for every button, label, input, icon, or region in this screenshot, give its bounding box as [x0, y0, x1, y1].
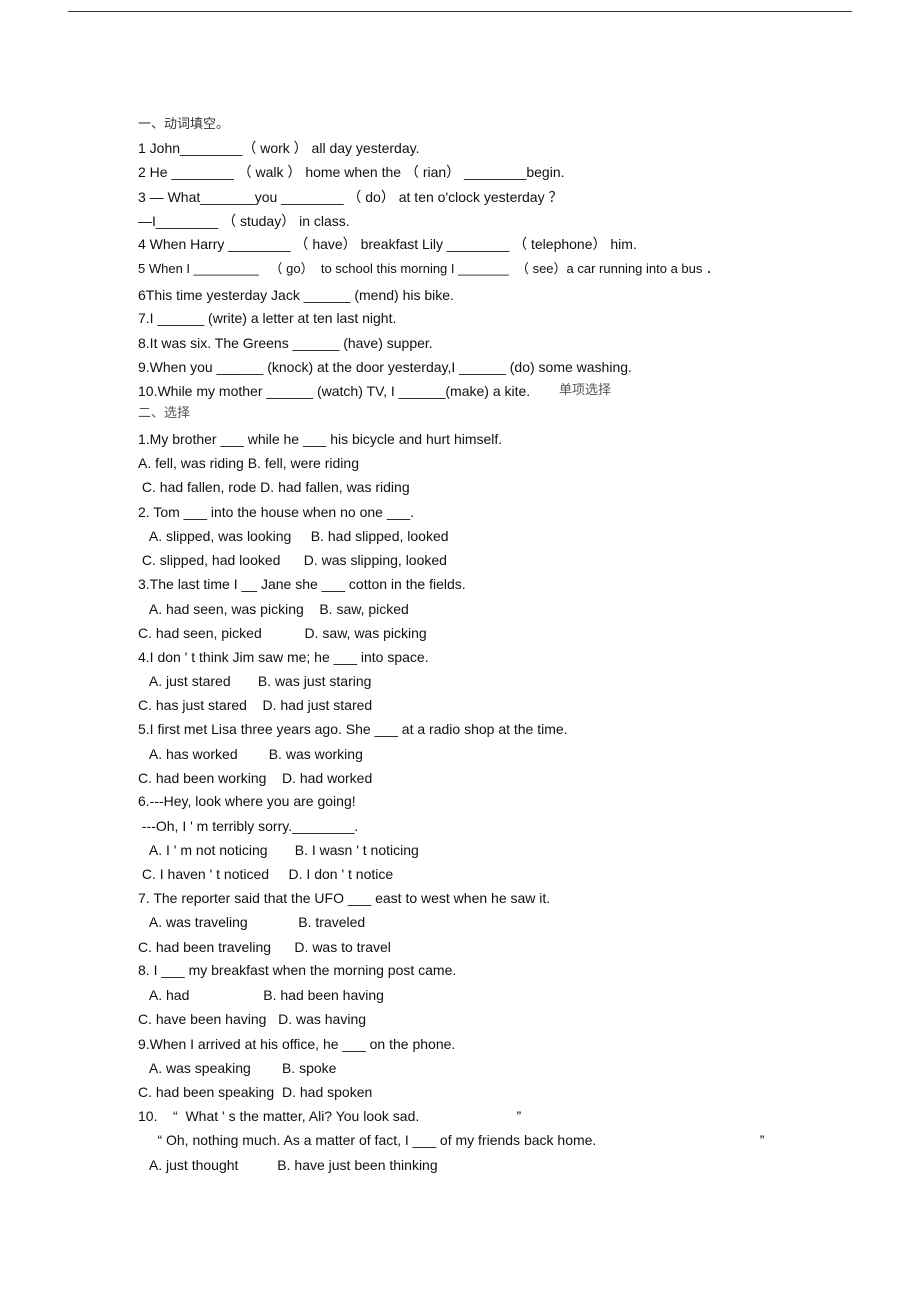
fill-in-item: 9.When you ______ (knock) at the door ye…	[138, 359, 632, 375]
fill-in-item: 4 When Harry ________ （ have） breakfast …	[138, 236, 637, 252]
answer-options: C. had seen, picked D. saw, was picking	[138, 625, 427, 641]
fill-in-item: 8.It was six. The Greens ______ (have) s…	[138, 335, 433, 351]
answer-options: C. has just stared D. had just stared	[138, 697, 373, 713]
section1-title: 一、动词填空。	[138, 117, 230, 132]
answer-options: C. had been working D. had worked	[138, 770, 373, 786]
fill-in-item: 7.I ______ (write) a letter at ten last …	[138, 310, 397, 326]
answer-options: A. just stared B. was just staring	[138, 673, 372, 689]
question-stem: 3.The last time I __ Jane she ___ cotton…	[138, 576, 466, 592]
answer-options: A. was traveling B. traveled	[138, 914, 366, 930]
question-stem: 10. “ What ' s the matter, Ali? You look…	[138, 1108, 522, 1124]
answer-options: “ Oh, nothing much. As a matter of fact,…	[138, 1132, 765, 1148]
answer-options: A. fell, was riding B. fell, were riding	[138, 455, 359, 471]
answer-options: C. had fallen, rode D. had fallen, was r…	[138, 479, 410, 495]
answer-options: C. slipped, had looked D. was slipping, …	[138, 552, 447, 568]
fill-in-item: 5 When I _________ （ go） to school this …	[138, 261, 720, 276]
answer-options: A. slipped, was looking B. had slipped, …	[138, 528, 449, 544]
question-stem: 4.I don ' t think Jim saw me; he ___ int…	[138, 649, 429, 665]
answer-options: A. has worked B. was working	[138, 746, 363, 762]
answer-options: C. I haven ' t noticed D. I don ' t noti…	[138, 866, 394, 882]
section2-title: 二、选择	[138, 406, 191, 421]
answer-options: A. had seen, was picking B. saw, picked	[138, 601, 409, 617]
answer-options: C. had been speaking D. had spoken	[138, 1084, 373, 1100]
answer-options: C. have been having D. was having	[138, 1011, 367, 1027]
question-stem: 9.When I arrived at his office, he ___ o…	[138, 1036, 456, 1052]
answer-options: A. just thought B. have just been thinki…	[138, 1157, 438, 1173]
answer-options: ---Oh, I ' m terribly sorry.________.	[138, 818, 359, 834]
fill-in-item: 2 He ________ （ walk ） home when the （ r…	[138, 164, 565, 180]
answer-options: C. had been traveling D. was to travel	[138, 939, 391, 955]
fill-in-item: 3 — What_______you ________ （ do） at ten…	[138, 189, 563, 205]
answer-options: A. had B. had been having	[138, 987, 384, 1003]
fill-in-item: —I________ （ studay） in class.	[138, 213, 350, 229]
answer-options: A. I ' m not noticing B. I wasn ' t noti…	[138, 842, 419, 858]
section-note: 单项选择	[559, 383, 612, 398]
fill-in-item: 6This time yesterday Jack ______ (mend) …	[138, 287, 454, 303]
question-stem: 8. I ___ my breakfast when the morning p…	[138, 962, 457, 978]
header-rule	[68, 11, 852, 12]
fill-in-item: 10.While my mother ______ (watch) TV, I …	[138, 383, 531, 399]
question-stem: 5.I first met Lisa three years ago. She …	[138, 721, 568, 737]
question-stem: 1.My brother ___ while he ___ his bicycl…	[138, 431, 503, 447]
question-stem: 7. The reporter said that the UFO ___ ea…	[138, 890, 551, 906]
answer-options: A. was speaking B. spoke	[138, 1060, 337, 1076]
fill-in-item: 1 John________（ work ） all day yesterday…	[138, 140, 420, 156]
question-stem: 2. Tom ___ into the house when no one __…	[138, 504, 415, 520]
question-stem: 6.---Hey, look where you are going!	[138, 793, 356, 809]
